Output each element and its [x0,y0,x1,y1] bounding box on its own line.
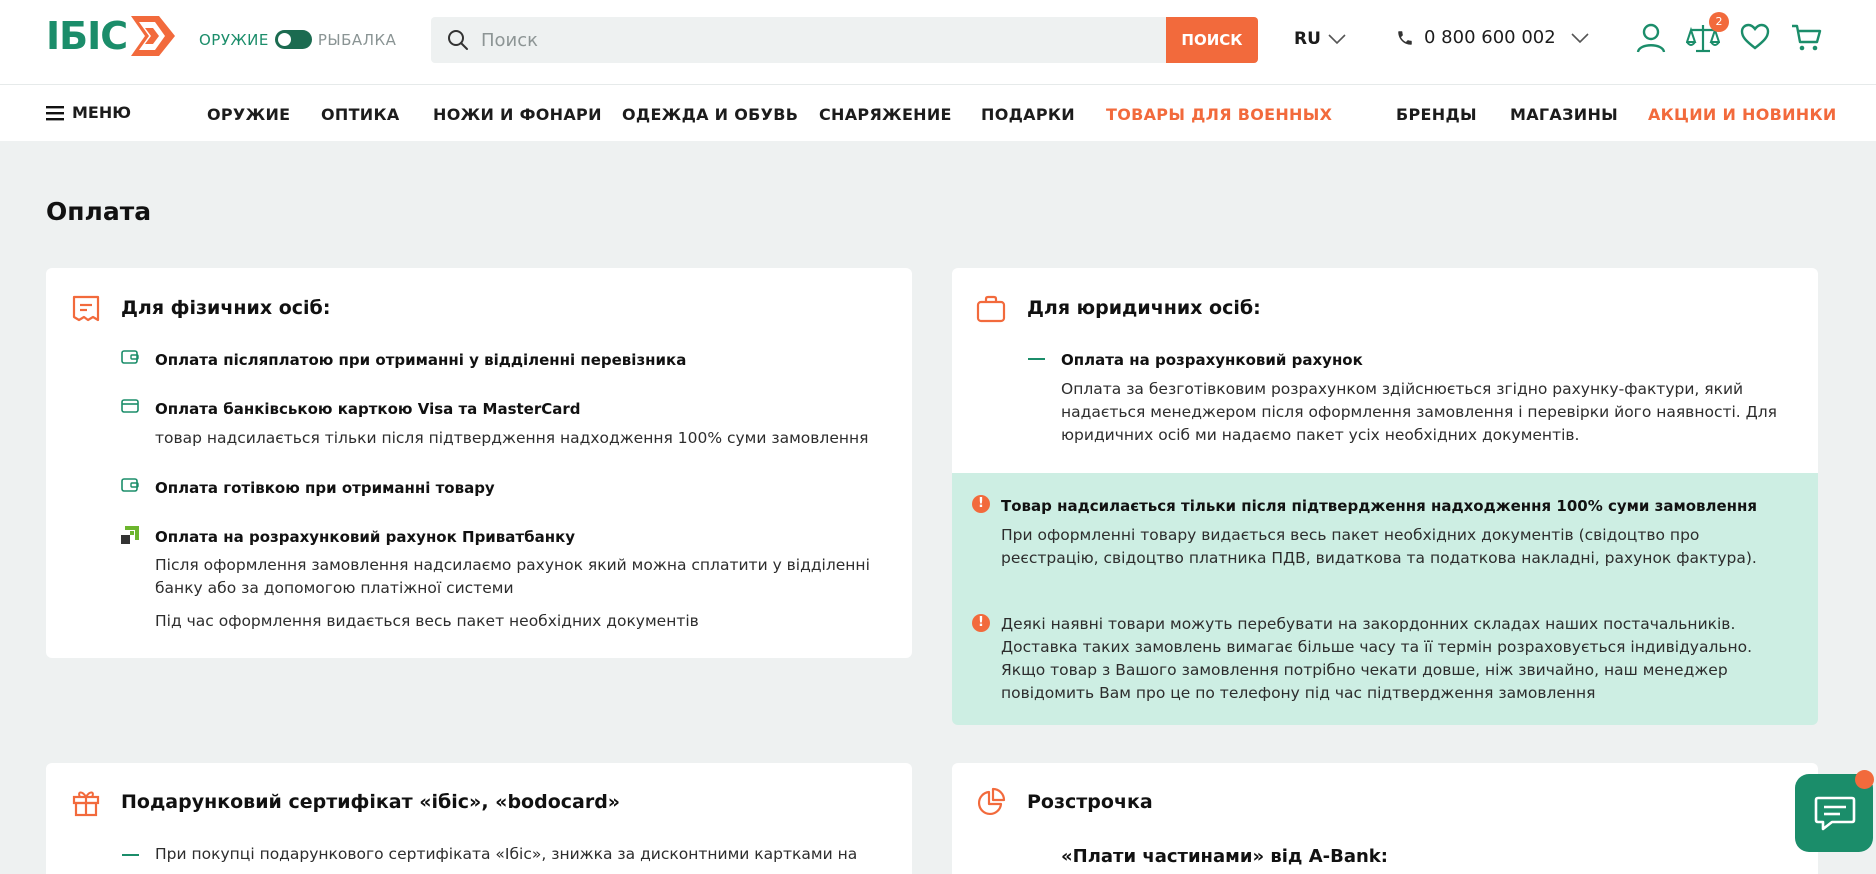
individuals-title: Для фізичних осіб: [121,297,331,319]
search-bar: ПОИСК [431,17,1258,63]
nav-item-weapons[interactable]: ОРУЖИЕ [207,105,290,124]
receipt-icon [72,295,100,322]
notice-panel: ! Товар надсилається тільки після підтве… [952,473,1818,725]
wallet-icon [121,478,139,492]
legal-option-account-text: Оплата за безготівковим розрахунком здій… [1061,380,1777,444]
briefcase-icon [976,295,1006,323]
user-icon[interactable] [1636,22,1666,54]
warning-icon: ! [972,614,990,632]
gift-icon [72,791,100,817]
main-nav: МЕНЮ ОРУЖИЕ ОПТИКА НОЖИ И ФОНАРИ ОДЕЖДА … [0,84,1876,141]
hamburger-icon [46,105,64,120]
language-label: RU [1294,29,1321,49]
nav-item-gear[interactable]: СНАРЯЖЕНИЕ [819,105,952,124]
logo[interactable]: ІБІС [46,14,177,58]
installment-card: Розстрочка «Плати частинами» від A-Bank: [952,763,1818,874]
pie-chart-icon [977,787,1006,816]
payment-option-privatbank: Оплата на розрахунковий рахунок Приватба… [155,528,576,546]
phone-icon [1398,30,1412,45]
installment-subtitle: «Плати частинами» від A-Bank: [1061,846,1388,867]
bank-card-icon [121,399,139,413]
compare-count-badge: 2 [1709,12,1729,32]
menu-label: МЕНЮ [72,103,132,122]
gift-certificate-card: Подарунковий сертифікат «ібіс», «bodocar… [46,763,912,874]
search-icon [448,30,468,50]
phone-selector[interactable]: 0 800 600 002 [1396,27,1590,48]
warning-icon: ! [972,495,990,513]
switch-label-fishing[interactable]: РЫБАЛКА [318,31,397,49]
language-selector[interactable]: RU [1294,29,1347,49]
nav-item-military[interactable]: ТОВАРЫ ДЛЯ ВОЕННЫХ [1106,105,1332,124]
payment-option-card: Оплата банківською карткою Visa та Maste… [155,400,581,418]
notice-foreign-warehouse-text: Деякі наявні товари можуть перебувати на… [1001,615,1753,702]
payment-option-privatbank-note: Після оформлення замовлення надсилаємо р… [155,556,870,597]
category-toggle[interactable] [274,30,312,49]
notice-prepayment-title: Товар надсилається тільки після підтверд… [1001,497,1758,515]
gift-certificate-title: Подарунковий сертифікат «ібіс», «bodocar… [121,791,621,813]
payment-option-card-note: товар надсилається тільки після підтверд… [155,429,869,447]
chevron-down-icon [1328,34,1346,45]
search-input[interactable] [481,17,1141,63]
nav-item-optics[interactable]: ОПТИКА [321,105,400,124]
chevron-down-icon [1571,32,1589,43]
phone-number[interactable]: 0 800 600 002 [1424,27,1556,48]
heart-icon[interactable] [1740,22,1770,52]
category-switch[interactable]: ОРУЖИЕ РЫБАЛКА [199,30,396,49]
nav-item-clothing[interactable]: ОДЕЖДА И ОБУВЬ [622,105,798,124]
dash-marker [122,854,139,856]
logo-text: ІБІС [46,14,128,58]
individuals-card: Для фізичних осіб: Оплата післяплатою пр… [46,268,912,658]
search-button[interactable]: ПОИСК [1166,17,1258,63]
notice-prepayment-text: При оформленні товару видається весь пак… [1001,526,1757,567]
gift-certificate-text: При покупці подарункового сертифіката «І… [155,845,858,863]
page-title: Оплата [46,197,152,226]
nav-item-gifts[interactable]: ПОДАРКИ [981,105,1075,124]
legal-title: Для юридичних осіб: [1027,297,1261,319]
menu-button[interactable]: МЕНЮ [46,103,131,122]
privatbank-icon [121,526,139,544]
installment-title: Розстрочка [1027,791,1153,813]
chat-notification-dot [1855,770,1874,789]
cart-icon[interactable] [1790,22,1822,54]
switch-label-weapons[interactable]: ОРУЖИЕ [199,31,269,49]
payment-option-cash: Оплата готівкою при отриманні товару [155,479,495,497]
legal-option-account: Оплата на розрахунковий рахунок [1061,351,1363,369]
legal-entities-card: Для юридичних осіб: Оплата на розрахунко… [952,268,1818,473]
top-header: ІБІС ОРУЖИЕ РЫБАЛКА ПОИСК RU 0 800 600 0… [0,0,1876,84]
payment-option-cod: Оплата післяплатою при отриманні у відді… [155,351,687,369]
wallet-icon [121,350,139,364]
nav-item-promotions[interactable]: АКЦИИ И НОВИНКИ [1648,105,1837,124]
nav-item-knives[interactable]: НОЖИ И ФОНАРИ [433,105,602,124]
logo-arrow-icon [131,16,176,56]
payment-option-privatbank-docs: Під час оформлення видається весь пакет … [155,612,699,630]
nav-item-stores[interactable]: МАГАЗИНЫ [1510,105,1618,124]
dash-marker [1028,358,1045,360]
chat-bubble-icon [1814,796,1856,831]
nav-item-brands[interactable]: БРЕНДЫ [1396,105,1477,124]
